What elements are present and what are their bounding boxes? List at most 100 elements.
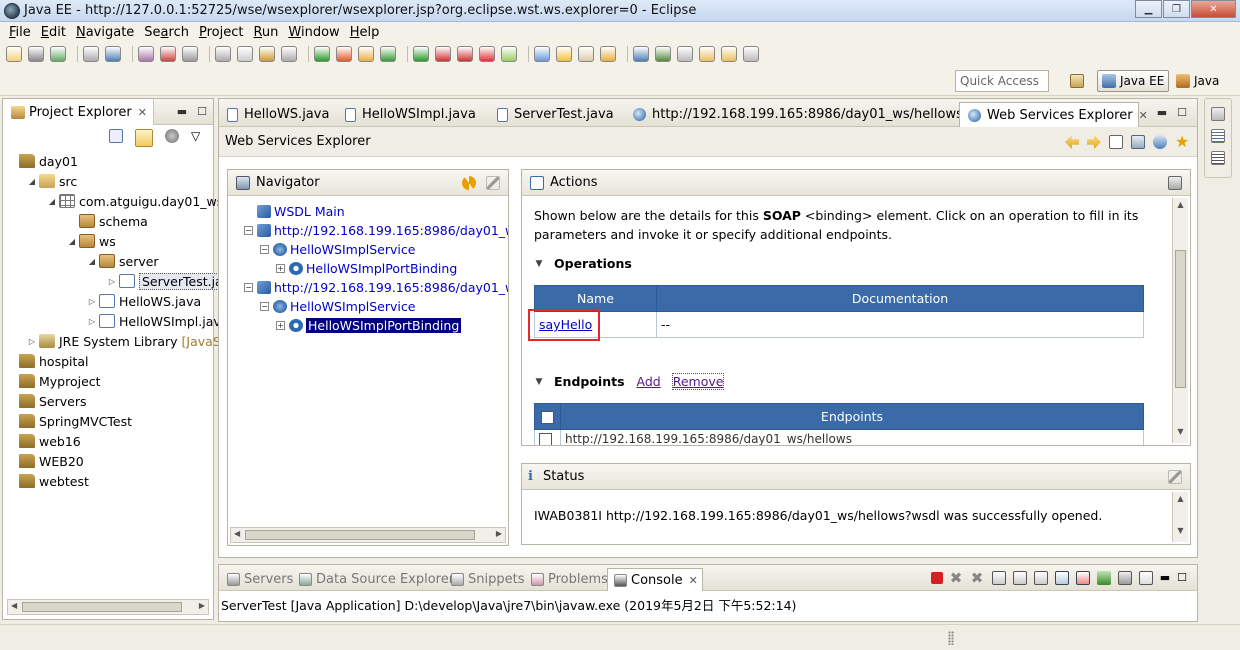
bottom-view-tab[interactable]: Data Source Explorer: [293, 568, 458, 591]
horizontal-scrollbar[interactable]: ◀ ▶: [7, 599, 209, 615]
scroll-right-icon[interactable]: ▶: [199, 601, 205, 610]
remove-launch-icon[interactable]: ✖: [950, 571, 964, 586]
toolbar-button-icon[interactable]: [413, 46, 429, 62]
tree-item[interactable]: schema: [7, 211, 211, 231]
scroll-left-icon[interactable]: ◀: [11, 601, 17, 610]
tree-item[interactable]: SpringMVCTest: [7, 411, 211, 431]
toolbar-button-icon[interactable]: [556, 46, 572, 62]
quick-access-input[interactable]: Quick Access: [955, 70, 1049, 92]
minimize-editor-icon[interactable]: ▬: [1157, 106, 1167, 119]
wsdl-page-icon[interactable]: [1153, 135, 1167, 149]
toolbar-button-icon[interactable]: [699, 46, 715, 62]
tab-project-explorer[interactable]: Project Explorer ✕: [3, 99, 154, 125]
expand-toggle-icon[interactable]: ▷: [87, 297, 97, 306]
task-list-icon[interactable]: [1211, 151, 1225, 165]
menu-item[interactable]: Search: [139, 25, 194, 40]
scroll-right-icon[interactable]: ▶: [496, 529, 502, 538]
open-perspective-button[interactable]: [1066, 70, 1092, 92]
editor-tab[interactable]: http://192.168.199.165:8986/day01_ws/hel…: [625, 102, 981, 127]
clear-status-icon[interactable]: [1168, 470, 1182, 484]
toolbar-button-icon[interactable]: [237, 46, 253, 62]
restore-view-icon[interactable]: [1211, 107, 1225, 121]
tree-item[interactable]: ◢ com.atguigu.day01_ws: [7, 191, 223, 211]
navigator-node[interactable]: + HelloWSImplPortBinding: [244, 316, 508, 335]
toolbar-button-icon[interactable]: [259, 46, 275, 62]
add-endpoint-link[interactable]: Add: [637, 374, 661, 389]
expand-toggle-icon[interactable]: ◢: [87, 257, 97, 266]
endpoint-url-cell[interactable]: http://192.168.199.165:8986/day01_ws/hel…: [560, 429, 1144, 445]
maximize-editor-icon[interactable]: ☐: [1177, 106, 1187, 119]
toolbar-button-icon[interactable]: [600, 46, 616, 62]
tree-item[interactable]: WEB20: [7, 451, 211, 471]
close-tab-icon[interactable]: ✕: [1139, 109, 1148, 122]
scroll-down-icon[interactable]: ▼: [1173, 427, 1188, 441]
navigator-node[interactable]: + HelloWSImplPortBinding: [244, 259, 508, 278]
collapse-node-icon[interactable]: −: [244, 226, 253, 235]
scroll-lock-icon[interactable]: [1012, 571, 1027, 585]
toolbar-button-icon[interactable]: [336, 46, 352, 62]
toolbar-button-icon[interactable]: [501, 46, 517, 62]
tree-item[interactable]: webtest: [7, 471, 211, 491]
minimize-icon[interactable]: ▁: [1135, 0, 1162, 18]
expand-toggle-icon[interactable]: ▷: [87, 317, 97, 326]
expand-toggle-icon[interactable]: ◢: [47, 197, 57, 206]
minimize-console-icon[interactable]: ▬: [1160, 571, 1170, 585]
menu-item[interactable]: Run: [248, 25, 283, 40]
toolbar-button-icon[interactable]: [677, 46, 693, 62]
outline-icon[interactable]: [1211, 129, 1225, 143]
collapse-operations-icon[interactable]: ▼: [534, 259, 544, 269]
bottom-view-tab[interactable]: Problems: [525, 568, 612, 591]
editor-tab[interactable]: HelloWSImpl.java: [337, 102, 482, 127]
tree-item[interactable]: ▷ ServerTest.java: [7, 271, 241, 291]
filter-icon[interactable]: [165, 129, 179, 143]
toolbar-button-icon[interactable]: [6, 46, 22, 62]
collapse-node-icon[interactable]: −: [260, 302, 269, 311]
menu-item[interactable]: Window: [283, 25, 344, 40]
favorites-icon[interactable]: ★: [1175, 134, 1189, 150]
editor-tab[interactable]: Web Services Explorer ✕: [959, 102, 1148, 127]
word-wrap-icon[interactable]: [1033, 571, 1048, 585]
menu-item[interactable]: Navigate: [71, 25, 139, 40]
expand-toggle-icon[interactable]: ◢: [27, 177, 37, 186]
close-tab-icon[interactable]: ✕: [689, 574, 698, 587]
toolbar-button-icon[interactable]: [743, 46, 759, 62]
tree-item[interactable]: Servers: [7, 391, 211, 411]
navigator-node[interactable]: − http://192.168.199.165:8986/day01_ws/h: [244, 278, 508, 297]
scrollbar-thumb[interactable]: [1175, 250, 1186, 388]
tree-item[interactable]: ◢ ws: [7, 231, 211, 251]
toolbar-button-icon[interactable]: [28, 46, 44, 62]
new-console-icon[interactable]: [1138, 571, 1153, 585]
java-ee-perspective-button[interactable]: Java EE: [1097, 70, 1170, 92]
bottom-view-tab[interactable]: Servers: [221, 568, 297, 591]
pin-console-icon[interactable]: [1096, 571, 1111, 585]
toolbar-button-icon[interactable]: [721, 46, 737, 62]
close-window-icon[interactable]: ✕: [1191, 0, 1236, 18]
toolbar-button-icon[interactable]: [358, 46, 374, 62]
link-with-editor-icon[interactable]: [135, 129, 153, 147]
status-bar-grip[interactable]: [948, 631, 954, 645]
editor-tab[interactable]: ServerTest.java: [489, 102, 620, 127]
wsil-page-icon[interactable]: [1131, 135, 1145, 149]
toolbar-button-icon[interactable]: [380, 46, 396, 62]
remove-endpoint-link[interactable]: Remove: [671, 373, 725, 390]
toolbar-button-icon[interactable]: [281, 46, 297, 62]
show-on-output-icon[interactable]: [1054, 571, 1069, 585]
toolbar-button-icon[interactable]: [83, 46, 99, 62]
toolbar-button-icon[interactable]: [138, 46, 154, 62]
tree-item[interactable]: day01: [7, 151, 211, 171]
toolbar-button-icon[interactable]: [160, 46, 176, 62]
forward-icon[interactable]: [1087, 135, 1101, 149]
toolbar-button-icon[interactable]: [435, 46, 451, 62]
close-tab-icon[interactable]: ✕: [138, 106, 147, 119]
tree-item[interactable]: Myproject: [7, 371, 211, 391]
expand-toggle-icon[interactable]: ▷: [27, 337, 37, 346]
scroll-up-icon[interactable]: ▲: [1173, 200, 1188, 214]
toolbar-button-icon[interactable]: [215, 46, 231, 62]
scroll-down-icon[interactable]: ▼: [1173, 526, 1188, 540]
scrollbar-thumb[interactable]: [22, 602, 182, 612]
navigator-node[interactable]: WSDL Main: [244, 202, 508, 221]
toolbar-button-icon[interactable]: [457, 46, 473, 62]
view-menu-icon[interactable]: ▽: [191, 129, 201, 143]
scroll-left-icon[interactable]: ◀: [234, 529, 240, 538]
toolbar-button-icon[interactable]: [314, 46, 330, 62]
